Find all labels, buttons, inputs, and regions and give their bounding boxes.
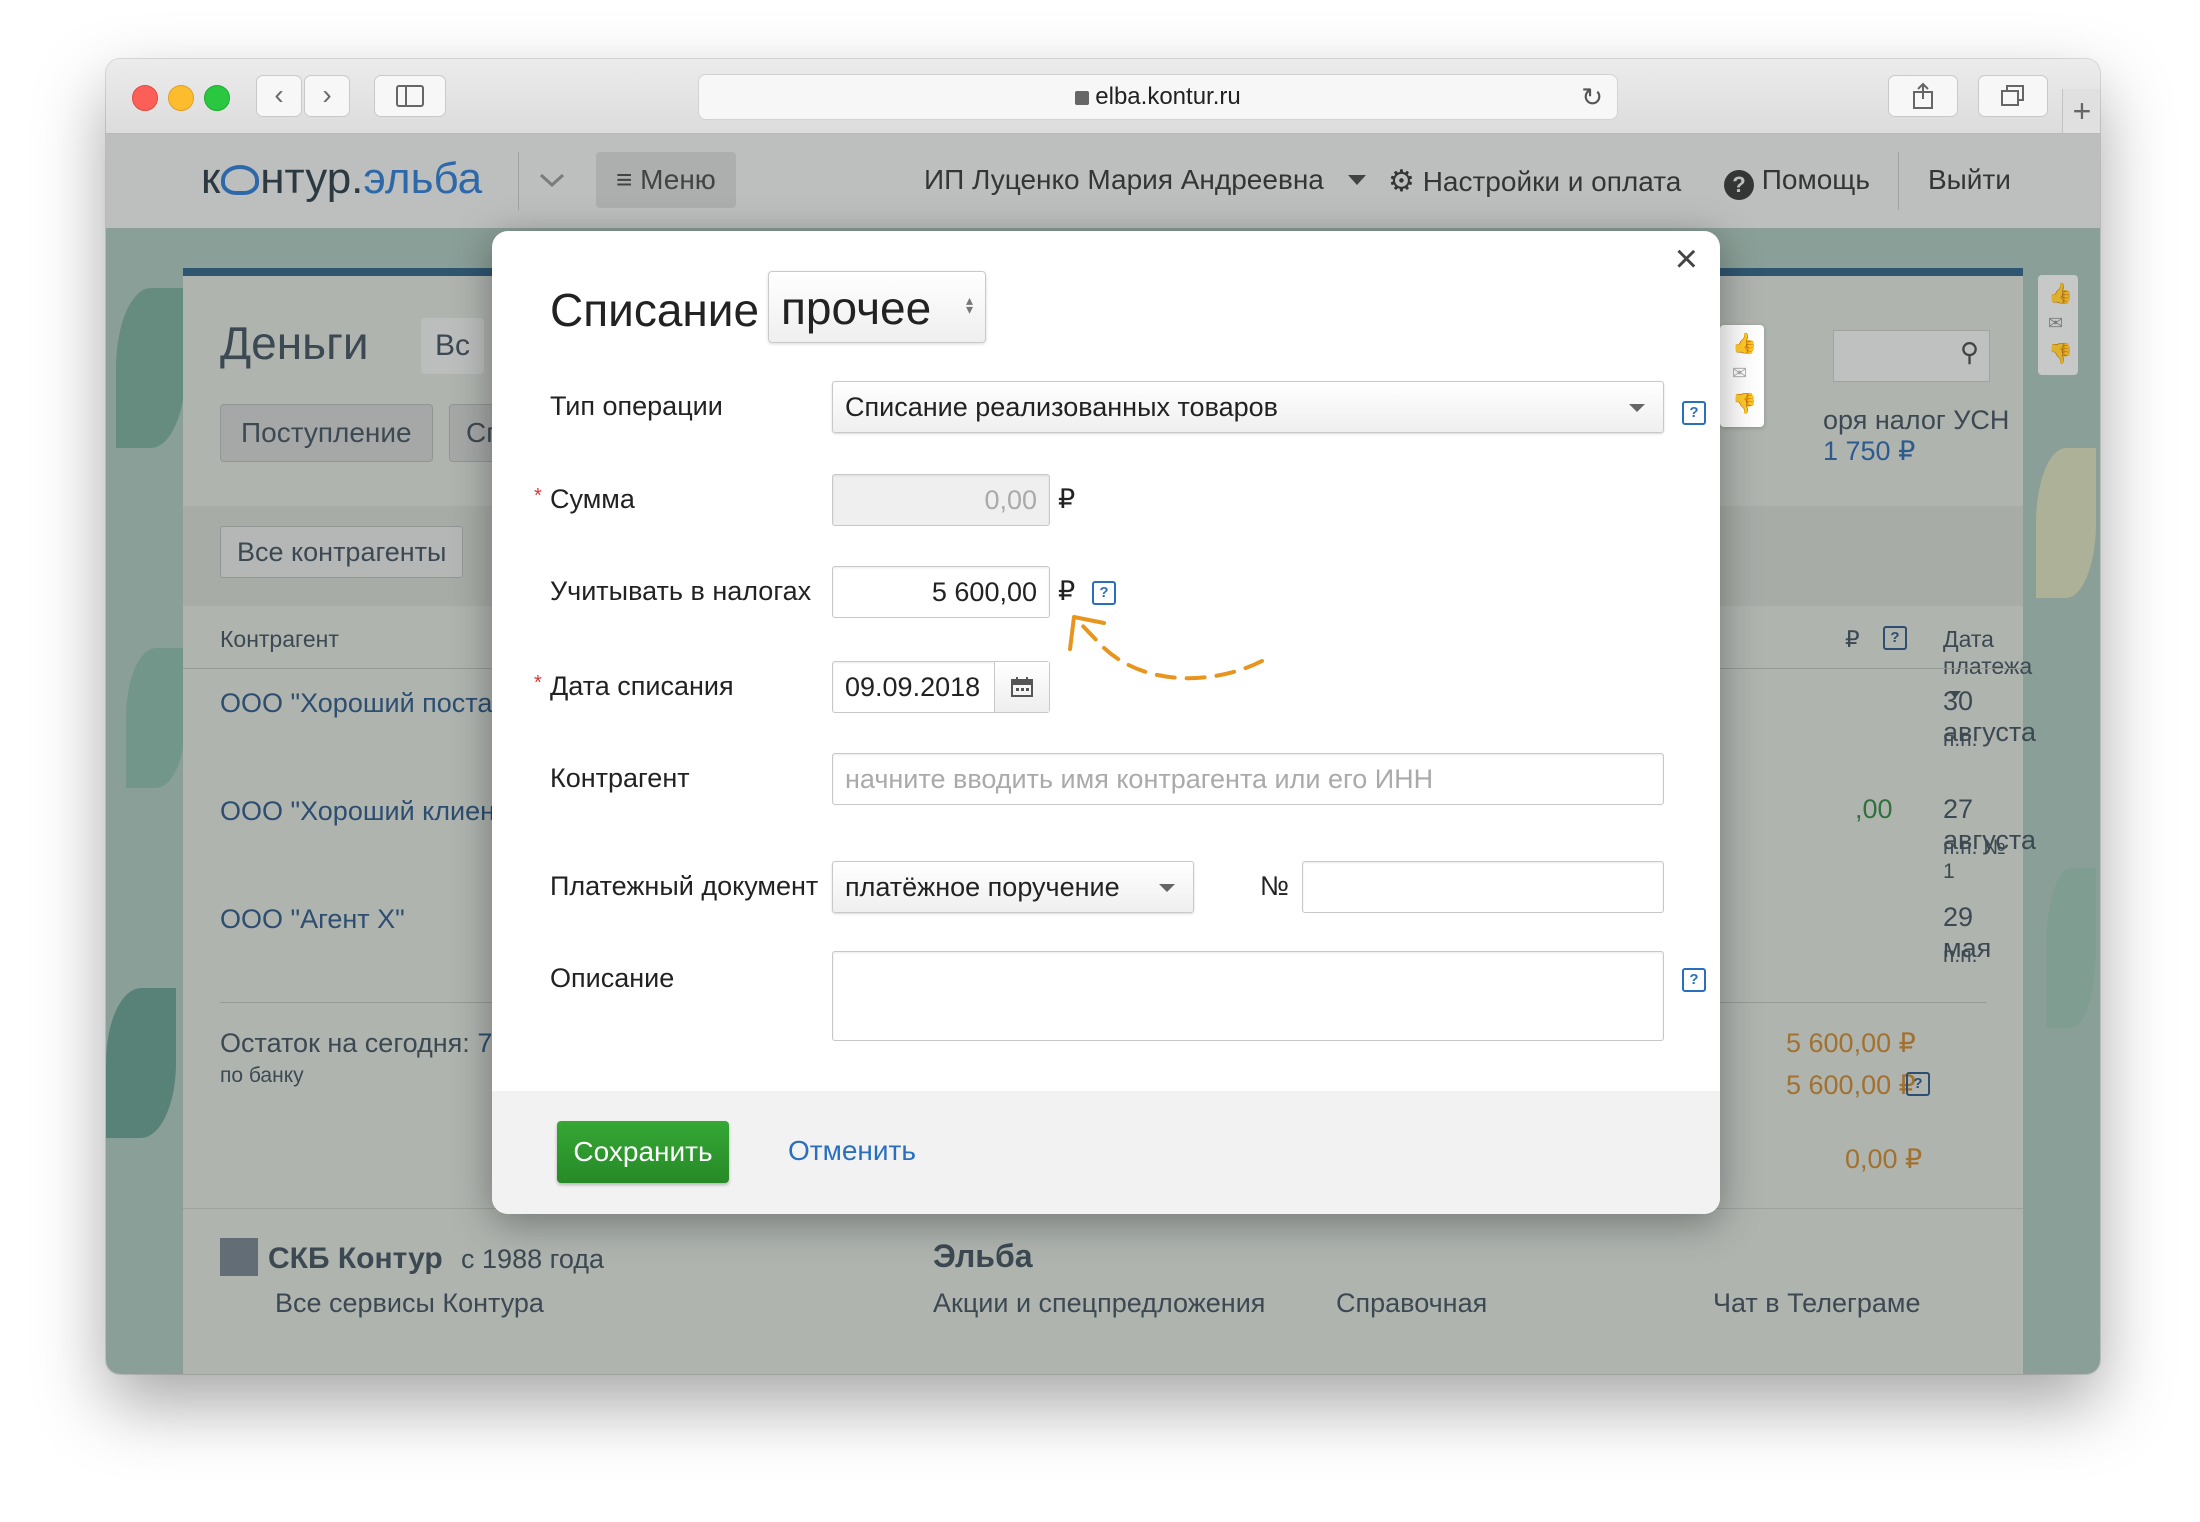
sidebar-icon — [396, 85, 424, 107]
share-button[interactable] — [1888, 75, 1958, 117]
write-off-type-select[interactable]: прочее ▴ ▾ — [768, 271, 986, 343]
dialog-title: Списание — [550, 284, 760, 336]
tax-amount-input[interactable]: 5 600,00 — [832, 566, 1050, 618]
url-text: elba.kontur.ru — [1095, 83, 1241, 110]
payment-doc-value: платёжное поручение — [845, 872, 1120, 902]
minimize-window-button[interactable] — [168, 85, 194, 111]
calendar-icon — [1011, 677, 1033, 697]
write-off-dialog: × Списание прочее ▴ ▾ Тип операции Списан… — [492, 231, 1720, 1214]
amount-input[interactable]: 0,00 — [832, 474, 1050, 526]
tabs-icon — [2001, 85, 2024, 106]
sidebar-toggle-button[interactable] — [374, 75, 446, 117]
address-bar[interactable]: elba.kontur.ru ↻ — [698, 74, 1618, 120]
required-mark: * — [534, 485, 542, 507]
payment-doc-label: Платежный документ — [550, 871, 819, 901]
operation-type-label: Тип операции — [550, 391, 723, 421]
write-off-type-value: прочее — [781, 282, 932, 334]
feedback-widget: 👍 ✉ 👎 — [1720, 325, 1764, 427]
chevron-left-icon: ‹ — [274, 79, 284, 110]
thumbs-up-icon[interactable]: 👍 — [1732, 331, 1757, 356]
save-button[interactable]: Сохранить — [557, 1121, 729, 1183]
calendar-button[interactable] — [994, 662, 1049, 712]
chevron-right-icon: › — [322, 79, 332, 110]
number-input[interactable] — [1302, 861, 1664, 913]
zoom-window-button[interactable] — [204, 85, 230, 111]
caret-down-icon — [1629, 404, 1645, 412]
description-label: Описание — [550, 963, 675, 993]
tax-label: Учитывать в налогах — [550, 576, 812, 606]
annotation-arrow-icon — [1068, 615, 1264, 681]
number-label: № — [1260, 871, 1289, 901]
forward-button[interactable]: › — [304, 75, 350, 117]
amount-label: Сумма — [550, 484, 635, 514]
operation-type-select[interactable]: Списание реализованных товаров — [832, 381, 1664, 433]
close-window-button[interactable] — [132, 85, 158, 111]
contractor-input[interactable]: начните вводить имя контрагента или его … — [832, 753, 1664, 805]
operation-type-value: Списание реализованных товаров — [845, 392, 1279, 422]
contractor-label: Контрагент — [550, 763, 690, 793]
thumbs-down-icon[interactable]: 👎 — [1732, 391, 1757, 416]
cancel-link[interactable]: Отменить — [788, 1135, 916, 1167]
help-icon[interactable]: ? — [1682, 401, 1706, 425]
reload-icon[interactable]: ↻ — [1581, 75, 1603, 119]
date-value: 09.09.2018 — [845, 672, 981, 702]
date-input[interactable]: 09.09.2018 — [832, 661, 1050, 713]
currency-sign: ₽ — [1058, 484, 1076, 514]
lock-icon — [1075, 91, 1090, 105]
description-textarea[interactable] — [832, 951, 1664, 1041]
mail-icon[interactable]: ✉ — [1732, 363, 1747, 384]
close-icon[interactable]: × — [1675, 237, 1698, 282]
updown-icon: ▴ ▾ — [965, 292, 973, 317]
required-mark: * — [534, 672, 542, 694]
new-tab-button[interactable]: + — [2062, 89, 2100, 133]
date-label: Дата списания — [550, 671, 734, 701]
payment-doc-select[interactable]: платёжное поручение — [832, 861, 1194, 913]
share-icon — [1913, 82, 1933, 109]
plus-icon: + — [2072, 93, 2092, 129]
help-icon[interactable]: ? — [1682, 968, 1706, 992]
caret-down-icon — [1159, 884, 1175, 892]
back-button[interactable]: ‹ — [256, 75, 302, 117]
browser-toolbar: ‹ › elba.kontur.ru ↻ + — [106, 59, 2100, 134]
dialog-footer: Сохранить Отменить — [492, 1091, 1720, 1214]
tabs-overview-button[interactable] — [1978, 75, 2048, 117]
